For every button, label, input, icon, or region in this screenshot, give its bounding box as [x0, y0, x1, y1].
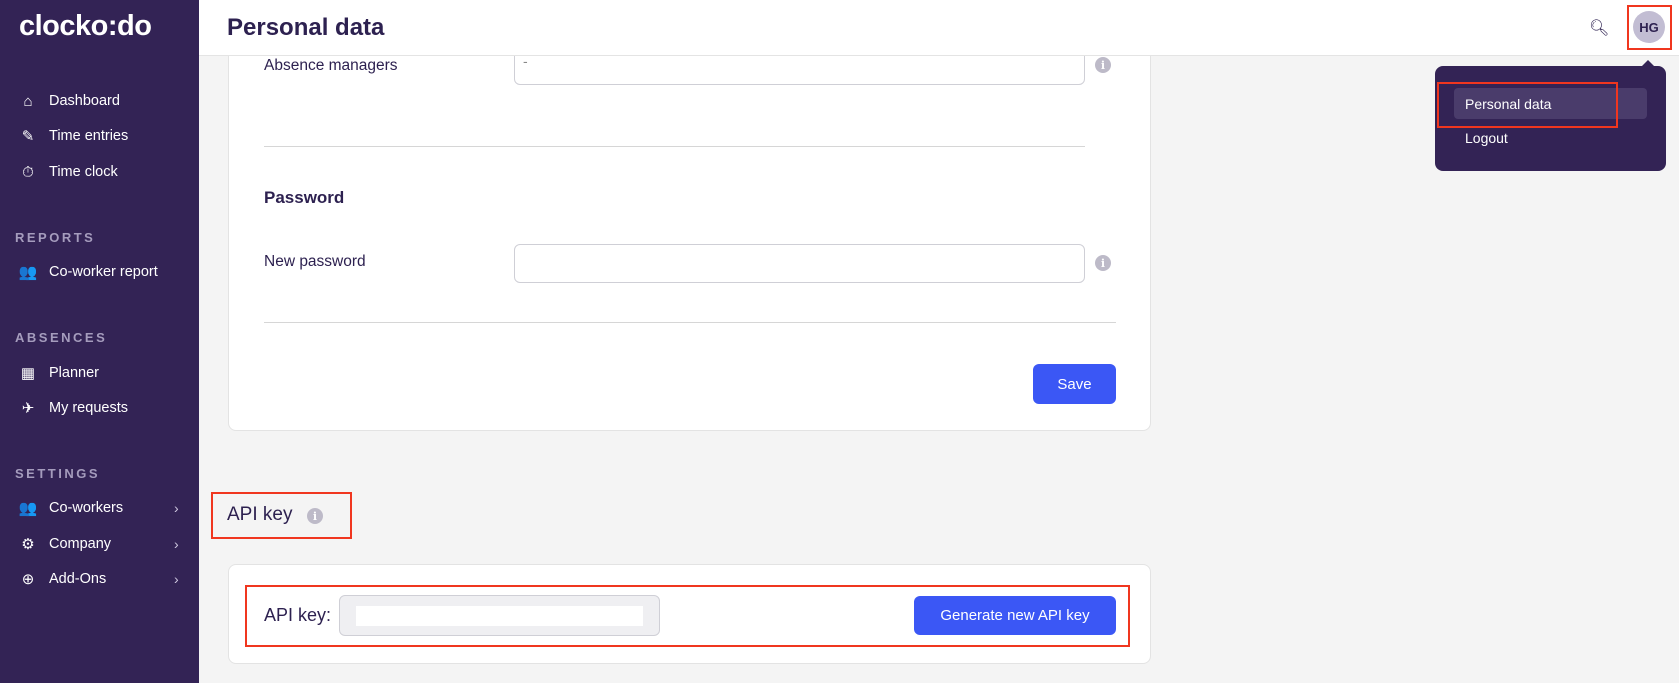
- sidebar-item-time-entries[interactable]: ✎ Time entries: [0, 121, 199, 151]
- divider: [264, 322, 1116, 323]
- section-settings: SETTINGS: [15, 466, 101, 481]
- api-key-card: API key: Generate new API key: [228, 564, 1151, 664]
- api-key-value: [356, 606, 643, 626]
- sidebar-item-company[interactable]: ⚙ Company ›: [0, 529, 199, 559]
- absence-managers-label: Absence managers: [264, 57, 398, 74]
- sidebar-item-dashboard[interactable]: ⌂ Dashboard: [0, 86, 199, 116]
- avatar[interactable]: HG: [1633, 11, 1665, 43]
- calendar-icon: ▦: [20, 365, 36, 382]
- search-icon[interactable]: 🔍︎: [1589, 18, 1609, 38]
- save-button[interactable]: Save: [1033, 364, 1116, 404]
- plus-circle-icon: ⊕: [21, 571, 35, 588]
- api-key-field[interactable]: [339, 595, 660, 636]
- info-icon[interactable]: i: [1095, 57, 1111, 73]
- edit-icon: ✎: [21, 128, 35, 145]
- stopwatch-icon: ⏱: [22, 163, 34, 181]
- sidebar-item-my-requests[interactable]: ✈ My requests: [0, 393, 199, 423]
- info-icon[interactable]: i: [1095, 255, 1111, 271]
- menu-item-personal-data[interactable]: Personal data: [1454, 88, 1647, 119]
- header: Personal data 🔍︎ HG: [199, 0, 1679, 56]
- info-icon[interactable]: i: [307, 508, 323, 524]
- sidebar-item-co-workers[interactable]: 👥 Co-workers ›: [0, 493, 199, 523]
- chevron-right-icon: ›: [174, 571, 179, 587]
- api-key-label: API key:: [264, 605, 332, 625]
- password-heading: Password: [264, 188, 345, 207]
- sidebar-item-co-worker-report[interactable]: 👥 Co-worker report: [0, 257, 199, 287]
- logo[interactable]: clocko:do: [19, 10, 152, 43]
- new-password-label: New password: [264, 253, 366, 270]
- gear-icon: ⚙: [21, 536, 35, 553]
- plane-icon: ✈: [21, 400, 35, 417]
- section-absences: ABSENCES: [15, 330, 108, 345]
- users-icon: 👥: [18, 500, 38, 517]
- section-reports: REPORTS: [15, 230, 96, 245]
- chevron-right-icon: ›: [174, 500, 179, 516]
- personal-data-card: Absence managers - i Password New passwo…: [228, 0, 1151, 431]
- sidebar-item-add-ons[interactable]: ⊕ Add-Ons ›: [0, 564, 199, 594]
- user-menu: Personal data Logout: [1435, 60, 1666, 171]
- home-icon: ⌂: [23, 92, 33, 110]
- sidebar-item-time-clock[interactable]: ⏱ Time clock: [0, 157, 199, 187]
- api-key-heading: API key: [227, 504, 293, 525]
- sidebar-item-planner[interactable]: ▦ Planner: [0, 358, 199, 388]
- sidebar: clocko:do ⌂ Dashboard ✎ Time entries ⏱ Time…: [0, 0, 199, 683]
- generate-api-key-button[interactable]: Generate new API key: [914, 596, 1116, 635]
- chevron-right-icon: ›: [174, 536, 179, 552]
- menu-item-logout[interactable]: Logout: [1454, 122, 1647, 153]
- new-password-input[interactable]: [514, 244, 1085, 283]
- divider: [264, 146, 1085, 147]
- users-icon: 👥: [18, 264, 38, 281]
- page-title: Personal data: [227, 14, 385, 41]
